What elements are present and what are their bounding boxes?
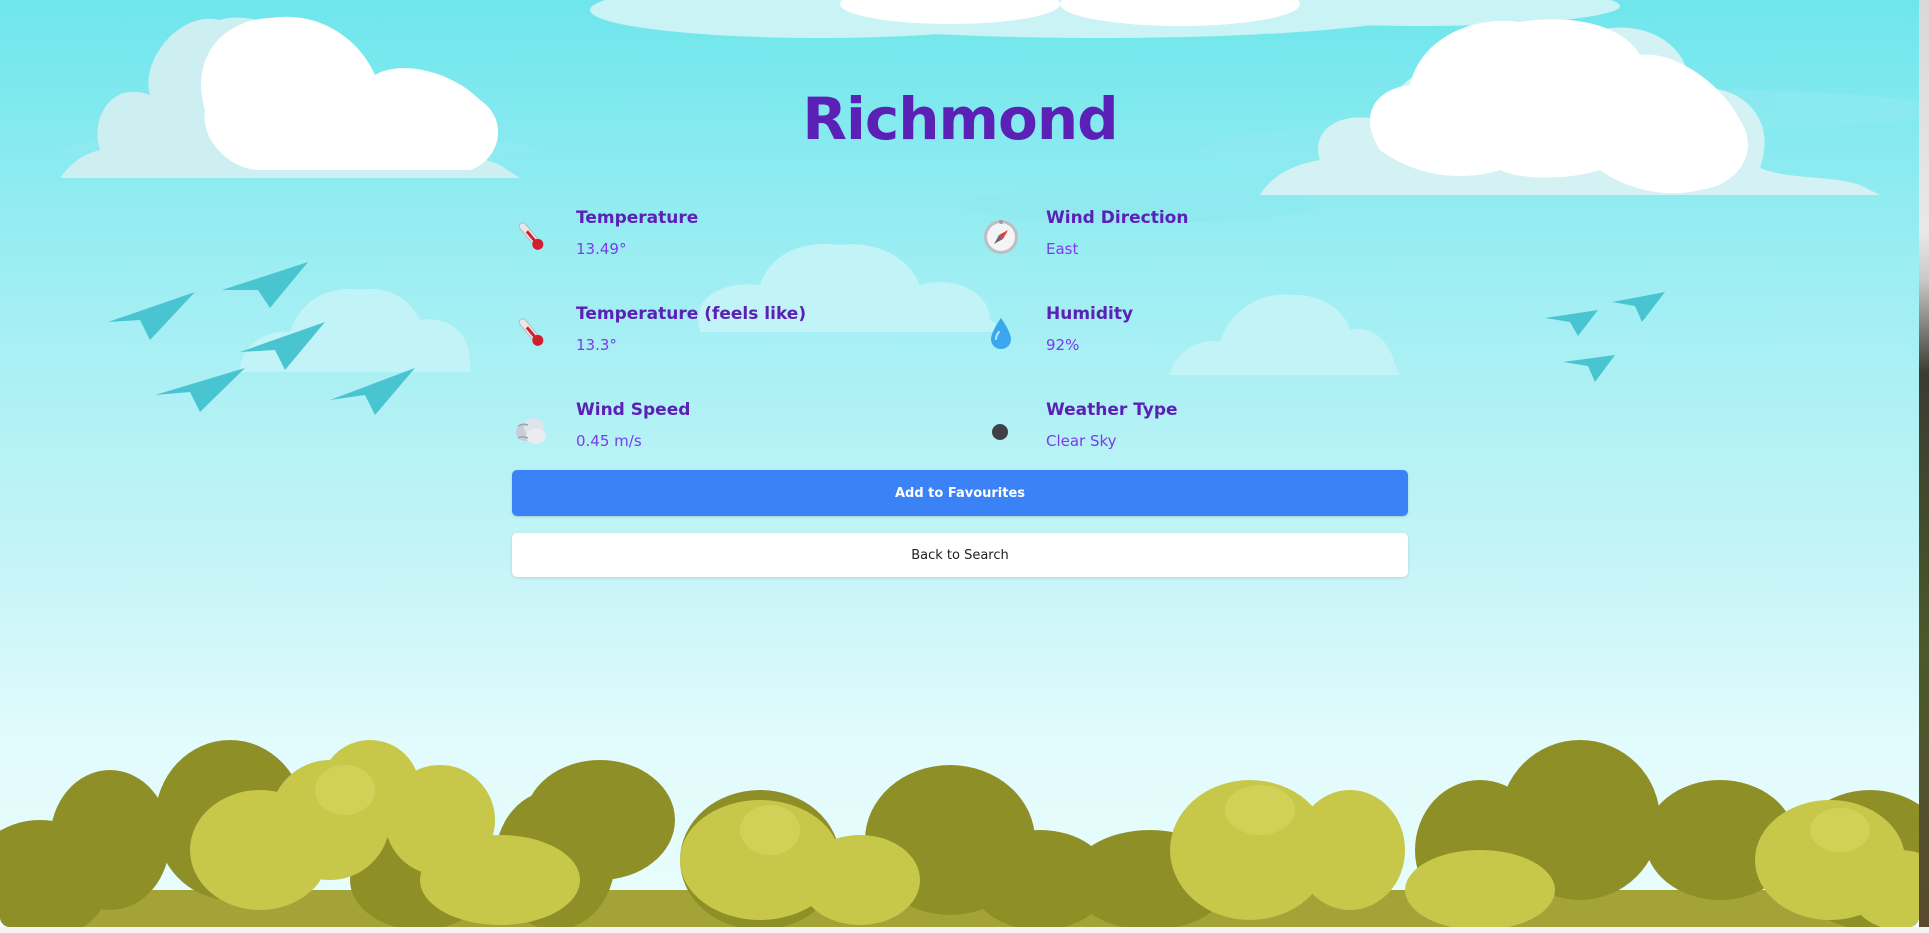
window-bottom-edge <box>0 927 1929 933</box>
stat-wind-direction: Wind Direction East <box>982 208 1422 278</box>
stat-label: Temperature (feels like) <box>576 304 807 324</box>
stat-label: Temperature <box>576 208 699 228</box>
adjacent-window-edge <box>1919 0 1929 933</box>
stat-wind-speed: Wind Speed 0.45 m/s <box>512 400 952 470</box>
stat-feels-like: Temperature (feels like) 13.3° <box>512 304 952 374</box>
stat-humidity: Humidity 92% <box>982 304 1422 374</box>
birds-right <box>1545 292 1665 382</box>
stat-value: 0.45 m/s <box>576 432 642 450</box>
add-to-favourites-button[interactable]: Add to Favourites <box>512 470 1408 516</box>
wind-cloud-icon <box>516 418 546 444</box>
thermometer-icon <box>518 222 544 250</box>
compass-icon <box>984 220 1018 254</box>
stat-temperature: Temperature 13.49° <box>512 208 952 278</box>
back-to-search-button[interactable]: Back to Search <box>512 533 1408 577</box>
stat-label: Humidity <box>1046 304 1134 324</box>
stat-label: Wind Direction <box>1046 208 1189 228</box>
stat-value: Clear Sky <box>1046 432 1117 450</box>
stat-label: Wind Speed <box>576 400 691 420</box>
stat-label: Weather Type <box>1046 400 1178 420</box>
stat-weather-type: Weather Type Clear Sky <box>982 400 1422 470</box>
weather-dot-icon <box>992 424 1008 440</box>
droplet-icon <box>991 318 1011 349</box>
stat-value: 13.3° <box>576 336 617 354</box>
bushes <box>0 740 1919 927</box>
city-title: Richmond <box>802 85 1118 153</box>
thermometer-icon <box>518 318 544 346</box>
cloud-left <box>60 16 520 178</box>
weather-page: Richmond Temperature 13.49° Wind Directi… <box>0 0 1919 927</box>
stat-value: East <box>1046 240 1079 258</box>
stat-value: 13.49° <box>576 240 627 258</box>
stat-value: 92% <box>1046 336 1080 354</box>
